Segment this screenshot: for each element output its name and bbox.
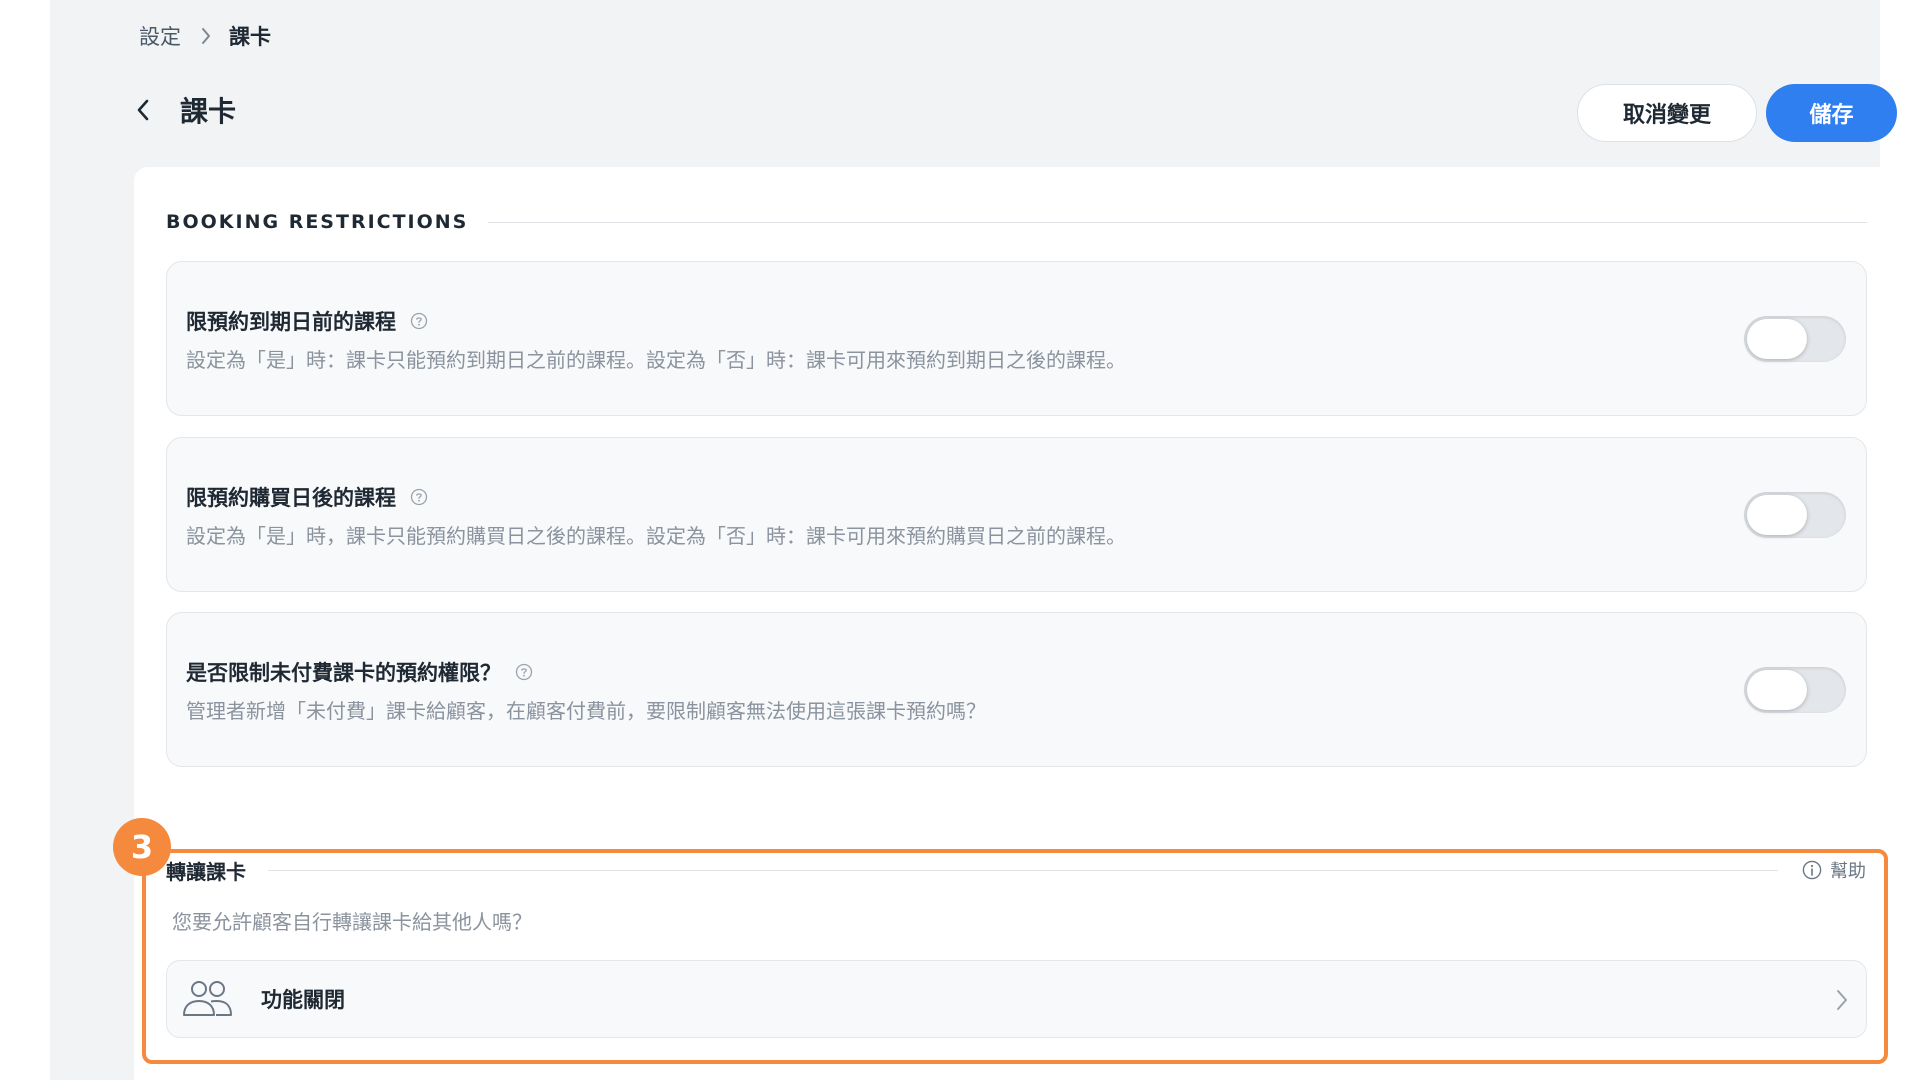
section-title: BOOKING RESTRICTIONS — [166, 211, 469, 233]
step-highlight-box — [142, 849, 1888, 1064]
chevron-left-icon — [137, 99, 149, 121]
step-number-badge: 3 — [113, 818, 171, 876]
breadcrumb-separator-icon — [201, 27, 211, 45]
restriction-title: 限預約到期日前的課程 — [186, 306, 428, 336]
restriction-title-text: 限預約到期日前的課程 — [186, 310, 396, 334]
restriction-description: 設定為「是」時：課卡只能預約到期日之前的課程。設定為「否」時：課卡可用來預約到期… — [186, 348, 1126, 372]
restriction-unpaid-cards: 是否限制未付費課卡的預約權限？ 管理者新增「未付費」課卡給顧客，在顧客付費前，要… — [166, 612, 1867, 767]
page-header: 課卡 — [136, 90, 236, 130]
restriction-title: 是否限制未付費課卡的預約權限？ — [186, 657, 533, 687]
question-circle-icon[interactable] — [410, 488, 428, 506]
restriction-toggle[interactable] — [1744, 316, 1846, 362]
back-button[interactable] — [136, 95, 160, 125]
breadcrumb-settings-link[interactable]: 設定 — [139, 21, 181, 51]
restriction-description: 管理者新增「未付費」課卡給顧客，在顧客付費前，要限制顧客無法使用這張課卡預約嗎？ — [186, 699, 986, 723]
save-button[interactable]: 儲存 — [1766, 84, 1897, 142]
section-divider — [488, 221, 1867, 223]
breadcrumb: 設定 課卡 — [139, 22, 271, 50]
toggle-knob — [1747, 319, 1807, 359]
toggle-knob — [1747, 495, 1807, 535]
restriction-toggle[interactable] — [1744, 492, 1846, 538]
restriction-after-purchase: 限預約購買日後的課程 設定為「是」時，課卡只能預約購買日之後的課程。設定為「否」… — [166, 437, 1867, 592]
page-title: 課卡 — [180, 95, 237, 128]
toggle-knob — [1747, 670, 1807, 710]
restriction-before-expiry: 限預約到期日前的課程 設定為「是」時：課卡只能預約到期日之前的課程。設定為「否」… — [166, 261, 1867, 416]
restriction-title-text: 是否限制未付費課卡的預約權限？ — [186, 661, 501, 685]
restriction-description: 設定為「是」時，課卡只能預約購買日之後的課程。設定為「否」時：課卡可用來預約購買… — [186, 524, 1126, 548]
breadcrumb-current: 課卡 — [229, 25, 271, 49]
restriction-title-text: 限預約購買日後的課程 — [186, 486, 396, 510]
page-background: 設定 課卡 課卡 取消變更 儲存 BOOKING RESTRICTIONS 限預… — [50, 0, 1899, 1080]
restriction-title: 限預約購買日後的課程 — [186, 482, 428, 512]
cancel-changes-button[interactable]: 取消變更 — [1577, 84, 1757, 142]
question-circle-icon[interactable] — [410, 312, 428, 330]
booking-restrictions-header: BOOKING RESTRICTIONS — [166, 207, 1867, 237]
restriction-toggle[interactable] — [1744, 667, 1846, 713]
question-circle-icon[interactable] — [515, 663, 533, 681]
